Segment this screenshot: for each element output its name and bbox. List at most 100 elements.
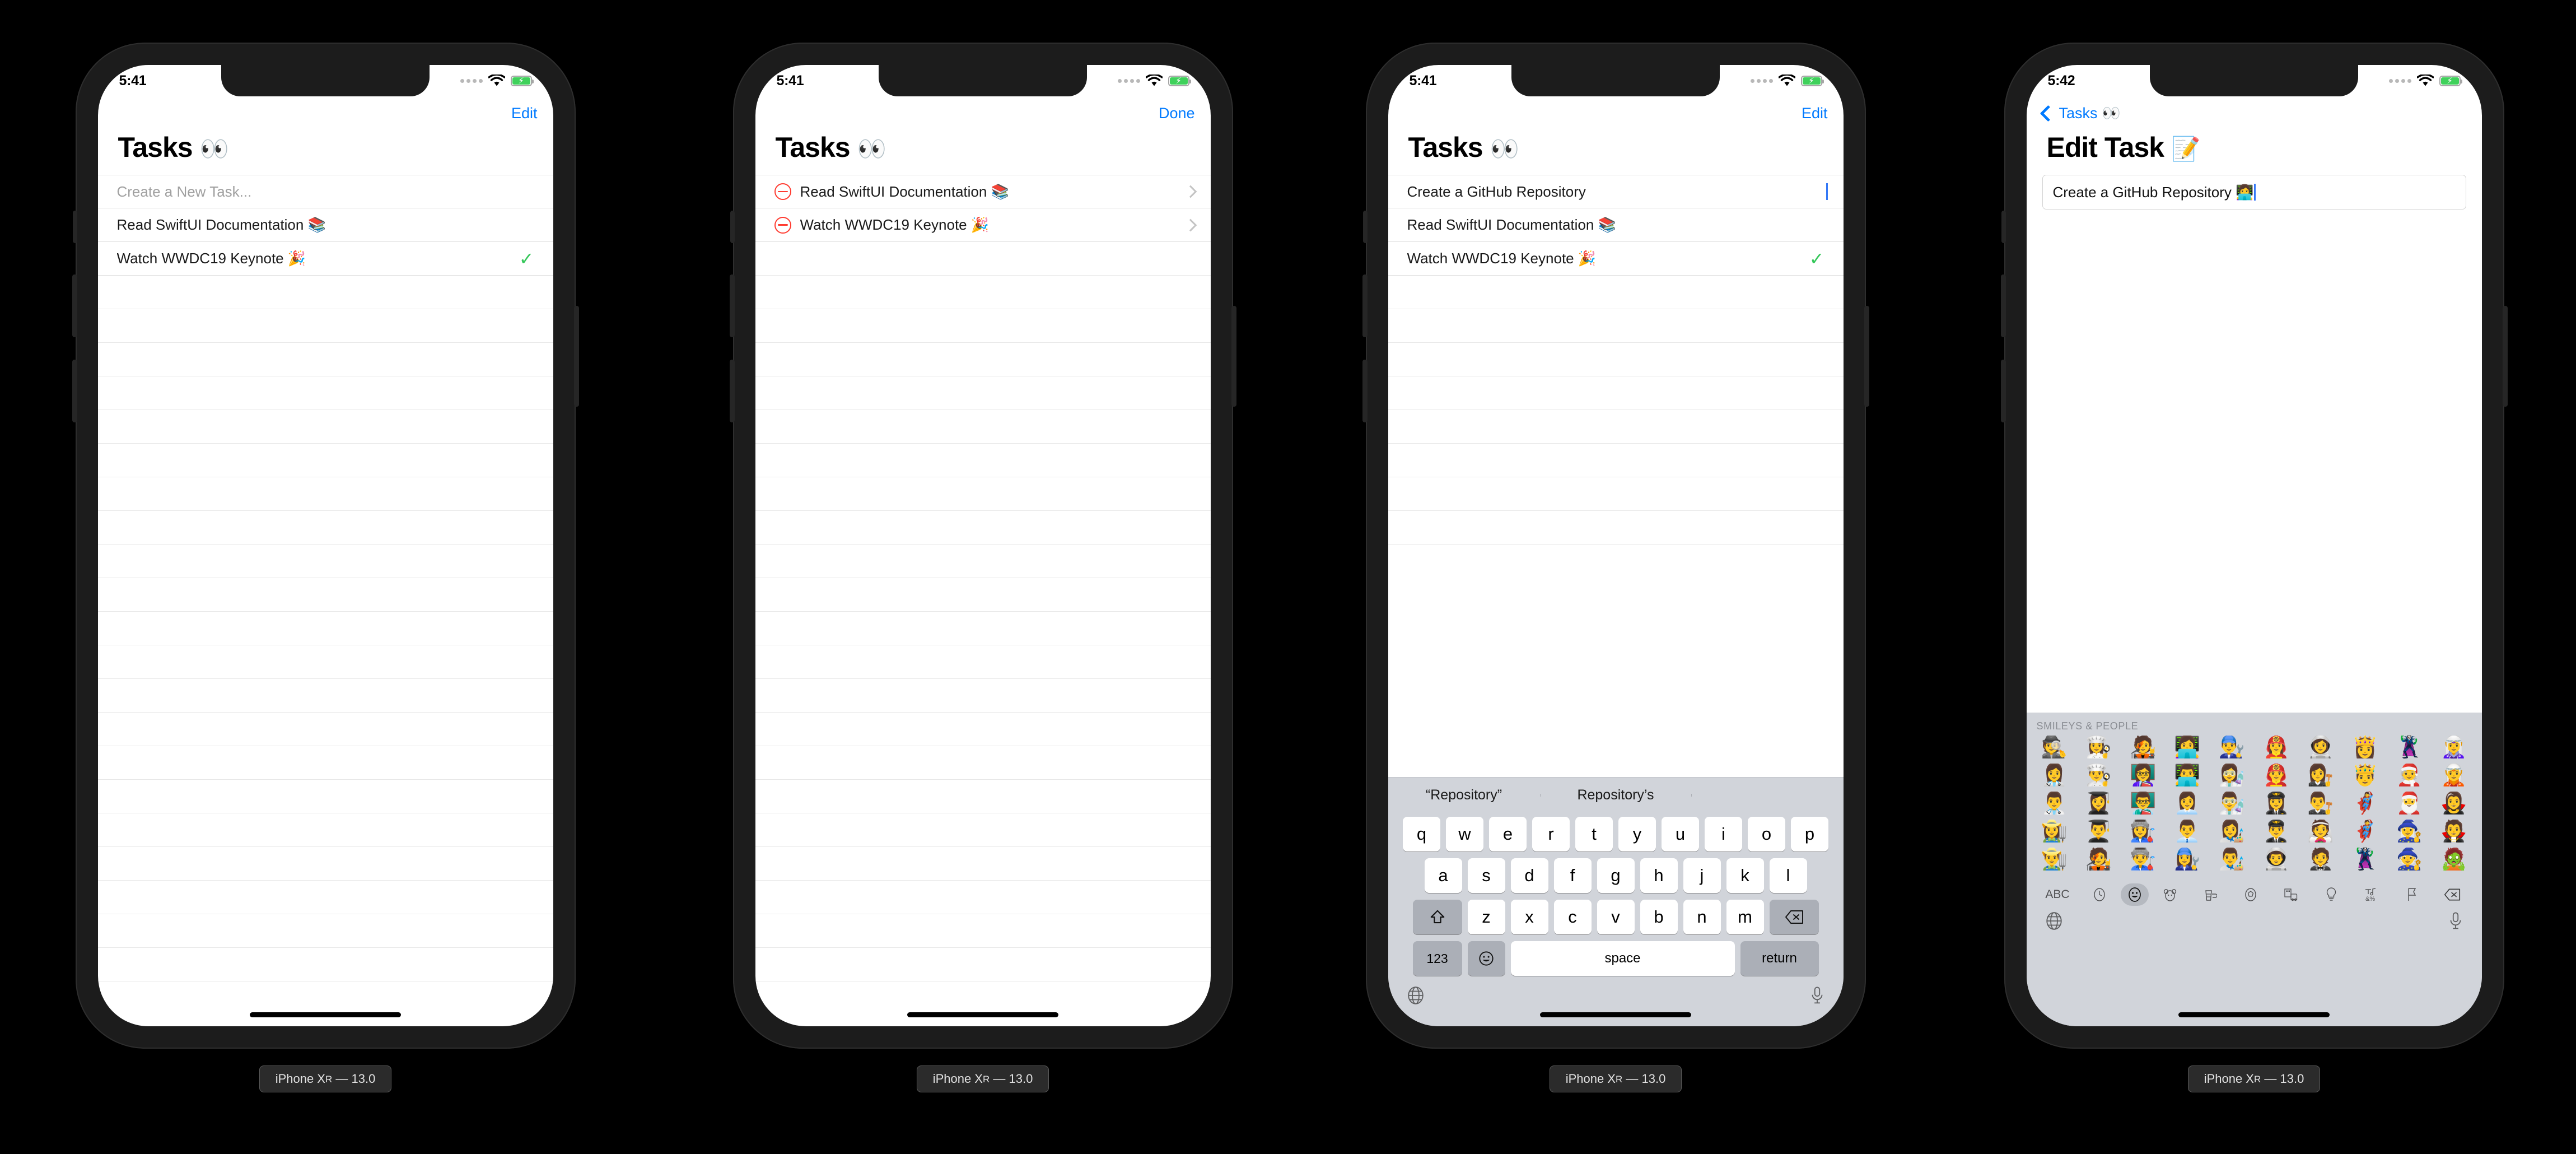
food-drink-icon[interactable] — [2191, 883, 2229, 906]
emoji-cell[interactable]: 👩‍🎨 — [2210, 820, 2254, 845]
emoji-cell[interactable]: 👩‍🏫 — [2121, 764, 2165, 789]
home-indicator[interactable] — [907, 1012, 1058, 1017]
numbers-key[interactable]: 123 — [1412, 941, 1462, 976]
volume-down-button[interactable] — [72, 360, 77, 422]
emoji-cell[interactable]: 👨‍⚖️ — [2298, 792, 2342, 817]
mute-switch[interactable] — [1362, 211, 1368, 243]
key-c[interactable]: c — [1553, 900, 1592, 934]
travel-places-icon[interactable] — [2272, 883, 2310, 906]
microphone-icon[interactable] — [2447, 911, 2464, 933]
emoji-cell[interactable]: 👨‍✈️ — [2254, 820, 2298, 845]
emoji-cell[interactable]: 👰 — [2298, 820, 2342, 845]
power-button[interactable] — [573, 306, 579, 407]
return-key[interactable]: return — [1740, 941, 1819, 976]
emoji-cell[interactable]: 🧝‍♀️ — [2432, 736, 2476, 761]
delete-minus-icon[interactable] — [774, 216, 791, 234]
shift-icon[interactable] — [1412, 900, 1462, 934]
emoji-cell[interactable]: 👨‍🎨 — [2210, 848, 2254, 873]
emoji-smiley-icon[interactable] — [1467, 941, 1505, 976]
suggestion-item[interactable]: Repository’s — [1539, 787, 1692, 803]
key-a[interactable]: a — [1424, 858, 1462, 893]
emoji-cell[interactable]: 👨‍🏭 — [2121, 848, 2165, 873]
emoji-cell[interactable]: 🧑‍🎄 — [2387, 764, 2432, 789]
table-row[interactable]: Watch WWDC19 Keynote 🎉 ✓ — [97, 242, 553, 276]
mute-switch[interactable] — [730, 211, 735, 243]
emoji-cell[interactable]: 👩‍🚒 — [2254, 736, 2298, 761]
emoji-cell[interactable]: 👩‍🌾 — [2032, 820, 2076, 845]
emoji-cell[interactable]: 🧙 — [2387, 848, 2432, 873]
key-i[interactable]: i — [1705, 817, 1742, 851]
emoji-cell[interactable]: 👩‍🔧 — [2165, 848, 2209, 873]
key-g[interactable]: g — [1597, 858, 1635, 893]
backspace-icon[interactable] — [1769, 900, 1819, 934]
key-l[interactable]: l — [1769, 858, 1807, 893]
emoji-cell[interactable]: 👩‍💼 — [2165, 792, 2209, 817]
table-row[interactable]: Read SwiftUI Documentation 📚 — [755, 175, 1211, 208]
key-m[interactable]: m — [1726, 900, 1764, 934]
key-j[interactable]: j — [1683, 858, 1721, 893]
volume-down-button[interactable] — [1362, 360, 1368, 422]
recent-emoji-icon[interactable] — [2080, 883, 2118, 906]
key-z[interactable]: z — [1467, 900, 1505, 934]
table-row[interactable]: Read SwiftUI Documentation 📚 — [1388, 208, 1844, 242]
key-k[interactable]: k — [1726, 858, 1764, 893]
animals-nature-icon[interactable] — [2151, 883, 2189, 906]
emoji-cell[interactable]: 👨‍🔬 — [2210, 792, 2254, 817]
table-row[interactable]: Read SwiftUI Documentation 📚 — [97, 208, 553, 242]
table-row[interactable]: Watch WWDC19 Keynote 🎉 ✓ — [1388, 242, 1844, 276]
emoji-cell[interactable]: 🦸‍♀️ — [2343, 792, 2387, 817]
key-d[interactable]: d — [1510, 858, 1548, 893]
emoji-cell[interactable]: 👩‍🚀 — [2298, 736, 2342, 761]
key-u[interactable]: u — [1662, 817, 1699, 851]
key-x[interactable]: x — [1510, 900, 1548, 934]
back-button[interactable]: Tasks 👀 — [2040, 104, 2121, 122]
emoji-cell[interactable]: 👨‍🏫 — [2121, 792, 2165, 817]
emoji-cell[interactable]: 👨‍💼 — [2165, 820, 2209, 845]
volume-down-button[interactable] — [729, 360, 735, 422]
emoji-cell[interactable]: 👩‍🎓 — [2076, 792, 2121, 817]
emoji-cell[interactable]: 👨‍🍳 — [2076, 764, 2121, 789]
emoji-cell[interactable]: 👨‍💻 — [2165, 764, 2209, 789]
volume-up-button[interactable] — [2000, 274, 2006, 337]
emoji-cell[interactable]: 🧑‍🎤 — [2076, 848, 2121, 873]
key-h[interactable]: h — [1640, 858, 1678, 893]
microphone-icon[interactable] — [1809, 986, 1826, 1008]
key-f[interactable]: f — [1553, 858, 1592, 893]
symbols-icon[interactable]: &% — [2353, 883, 2391, 906]
emoji-cell[interactable]: 👩‍⚕️ — [2032, 764, 2076, 789]
emoji-cell[interactable]: 🧝 — [2432, 764, 2476, 789]
emoji-cell[interactable]: 🤴 — [2343, 764, 2387, 789]
volume-up-button[interactable] — [729, 274, 735, 337]
key-p[interactable]: p — [1791, 817, 1828, 851]
abc-button[interactable]: ABC — [2037, 883, 2079, 906]
flags-icon[interactable] — [2393, 883, 2431, 906]
emoji-cell[interactable]: 🧑‍🎤 — [2121, 736, 2165, 761]
emoji-cell[interactable]: 👨‍⚕️ — [2032, 792, 2076, 817]
activity-icon[interactable] — [2232, 883, 2270, 906]
emoji-cell[interactable]: 👩‍💻 — [2165, 736, 2209, 761]
power-button[interactable] — [2502, 306, 2508, 407]
emoji-cell[interactable]: 🦸 — [2343, 820, 2387, 845]
key-e[interactable]: e — [1489, 817, 1527, 851]
key-q[interactable]: q — [1403, 817, 1440, 851]
home-indicator[interactable] — [1540, 1012, 1691, 1017]
smileys-people-icon[interactable] — [2121, 883, 2149, 906]
new-task-input-row[interactable]: Create a New Task... — [97, 175, 553, 208]
home-indicator[interactable] — [250, 1012, 401, 1017]
emoji-cell[interactable]: 🧛 — [2432, 820, 2476, 845]
emoji-cell[interactable]: 🧟 — [2432, 848, 2476, 873]
edit-button[interactable]: Edit — [511, 105, 538, 122]
mute-switch[interactable] — [72, 211, 77, 243]
volume-up-button[interactable] — [1362, 274, 1368, 337]
suggestion-item[interactable]: “Repository” — [1388, 787, 1540, 803]
new-task-input-row[interactable]: Create a GitHub Repository — [1388, 175, 1844, 208]
delete-minus-icon[interactable] — [774, 183, 791, 200]
key-w[interactable]: w — [1446, 817, 1483, 851]
mute-switch[interactable] — [2001, 211, 2006, 243]
edit-button[interactable]: Edit — [1802, 105, 1828, 122]
edit-task-text-field[interactable]: Create a GitHub Repository 👩‍💻 — [2042, 175, 2466, 210]
objects-icon[interactable] — [2312, 883, 2350, 906]
key-t[interactable]: t — [1575, 817, 1613, 851]
emoji-cell[interactable]: 👨‍🌾 — [2032, 848, 2076, 873]
globe-icon[interactable] — [1406, 986, 1425, 1008]
